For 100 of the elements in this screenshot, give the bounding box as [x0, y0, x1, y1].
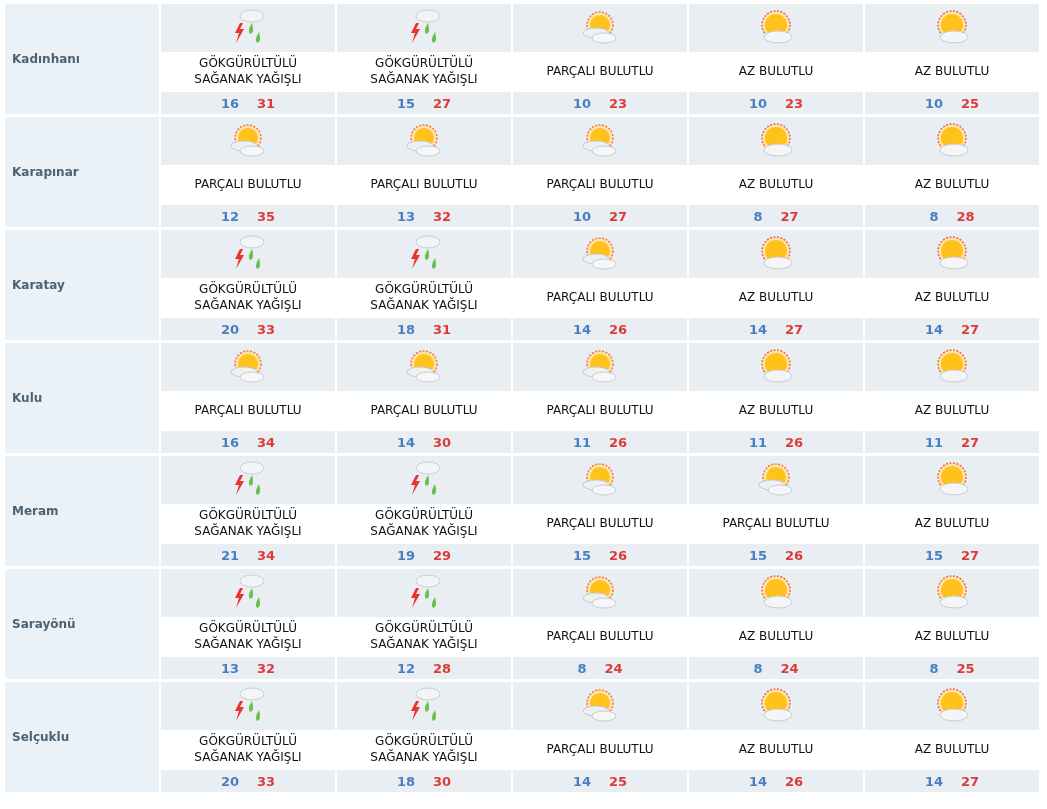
high-temperature: 24 [780, 660, 799, 676]
high-temperature: 26 [609, 547, 628, 563]
condition-text: PARÇALI BULUTLU [546, 403, 654, 419]
low-temperature: 14 [924, 321, 943, 337]
high-temperature: 26 [785, 547, 804, 563]
high-temperature: 31 [257, 95, 276, 111]
high-temperature: 33 [257, 321, 276, 337]
condition-text: AZ BULUTLU [914, 742, 990, 758]
condition-text: PARÇALI BULUTLU [546, 629, 654, 645]
low-temperature: 18 [396, 773, 415, 789]
high-temperature: 33 [257, 773, 276, 789]
condition-text: GÖKGÜRÜLTÜLÜ SAĞANAK YAĞIŞLI [193, 282, 303, 314]
high-temperature: 27 [780, 208, 799, 224]
condition-text: PARÇALI BULUTLU [370, 177, 478, 193]
condition-text: GÖKGÜRÜLTÜLÜ SAĞANAK YAĞIŞLI [369, 56, 479, 88]
high-temperature: 24 [604, 660, 623, 676]
low-temperature: 20 [220, 773, 239, 789]
high-temperature: 31 [433, 321, 452, 337]
low-temperature: 11 [924, 434, 943, 450]
condition-text: PARÇALI BULUTLU [546, 742, 654, 758]
high-temperature: 28 [956, 208, 975, 224]
low-temperature: 10 [572, 208, 591, 224]
low-temperature: 10 [748, 95, 767, 111]
high-temperature: 27 [961, 773, 980, 789]
high-temperature: 32 [257, 660, 276, 676]
condition-text: GÖKGÜRÜLTÜLÜ SAĞANAK YAĞIŞLI [369, 508, 479, 540]
district-name: Kadınhanı [5, 4, 159, 114]
condition-text: AZ BULUTLU [914, 629, 990, 645]
low-temperature: 8 [929, 660, 939, 676]
high-temperature: 30 [433, 434, 452, 450]
low-temperature: 8 [929, 208, 939, 224]
condition-text: GÖKGÜRÜLTÜLÜ SAĞANAK YAĞIŞLI [369, 734, 479, 766]
district-name: Karatay [5, 230, 159, 340]
low-temperature: 12 [220, 208, 239, 224]
low-temperature: 10 [572, 95, 591, 111]
condition-text: GÖKGÜRÜLTÜLÜ SAĞANAK YAĞIŞLI [369, 282, 479, 314]
condition-text: AZ BULUTLU [914, 516, 990, 532]
condition-text: GÖKGÜRÜLTÜLÜ SAĞANAK YAĞIŞLI [193, 508, 303, 540]
condition-text: PARÇALI BULUTLU [546, 64, 654, 80]
low-temperature: 11 [572, 434, 591, 450]
condition-text: PARÇALI BULUTLU [546, 177, 654, 193]
high-temperature: 25 [956, 660, 975, 676]
low-temperature: 19 [396, 547, 415, 563]
low-temperature: 15 [396, 95, 415, 111]
low-temperature: 16 [220, 434, 239, 450]
condition-text: AZ BULUTLU [738, 403, 814, 419]
high-temperature: 26 [609, 321, 628, 337]
low-temperature: 15 [924, 547, 943, 563]
high-temperature: 27 [961, 434, 980, 450]
low-temperature: 11 [748, 434, 767, 450]
low-temperature: 18 [396, 321, 415, 337]
high-temperature: 23 [785, 95, 804, 111]
low-temperature: 8 [753, 208, 763, 224]
high-temperature: 28 [433, 660, 452, 676]
high-temperature: 30 [433, 773, 452, 789]
condition-text: PARÇALI BULUTLU [722, 516, 830, 532]
high-temperature: 27 [433, 95, 452, 111]
low-temperature: 14 [924, 773, 943, 789]
low-temperature: 13 [396, 208, 415, 224]
low-temperature: 15 [572, 547, 591, 563]
condition-text: PARÇALI BULUTLU [194, 177, 302, 193]
high-temperature: 27 [961, 321, 980, 337]
condition-text: AZ BULUTLU [738, 177, 814, 193]
low-temperature: 14 [572, 321, 591, 337]
condition-text: GÖKGÜRÜLTÜLÜ SAĞANAK YAĞIŞLI [193, 621, 303, 653]
low-temperature: 21 [220, 547, 239, 563]
condition-text: AZ BULUTLU [914, 177, 990, 193]
condition-text: GÖKGÜRÜLTÜLÜ SAĞANAK YAĞIŞLI [369, 621, 479, 653]
condition-text: PARÇALI BULUTLU [546, 290, 654, 306]
high-temperature: 27 [785, 321, 804, 337]
high-temperature: 26 [609, 434, 628, 450]
district-name: Kulu [5, 343, 159, 453]
low-temperature: 10 [924, 95, 943, 111]
low-temperature: 14 [572, 773, 591, 789]
low-temperature: 14 [396, 434, 415, 450]
low-temperature: 8 [753, 660, 763, 676]
condition-text: PARÇALI BULUTLU [370, 403, 478, 419]
condition-text: GÖKGÜRÜLTÜLÜ SAĞANAK YAĞIŞLI [193, 56, 303, 88]
high-temperature: 32 [433, 208, 452, 224]
high-temperature: 23 [609, 95, 628, 111]
high-temperature: 29 [433, 547, 452, 563]
condition-text: PARÇALI BULUTLU [546, 516, 654, 532]
condition-text: GÖKGÜRÜLTÜLÜ SAĞANAK YAĞIŞLI [193, 734, 303, 766]
district-name: Karapınar [5, 117, 159, 227]
high-temperature: 27 [609, 208, 628, 224]
district-name: Selçuklu [5, 682, 159, 792]
low-temperature: 12 [396, 660, 415, 676]
district-name: Meram [5, 456, 159, 566]
condition-text: AZ BULUTLU [914, 290, 990, 306]
high-temperature: 34 [257, 547, 276, 563]
condition-text: AZ BULUTLU [738, 290, 814, 306]
high-temperature: 25 [961, 95, 980, 111]
high-temperature: 26 [785, 773, 804, 789]
low-temperature: 15 [748, 547, 767, 563]
low-temperature: 13 [220, 660, 239, 676]
condition-text: AZ BULUTLU [738, 629, 814, 645]
low-temperature: 14 [748, 773, 767, 789]
condition-text: AZ BULUTLU [914, 64, 990, 80]
condition-text: AZ BULUTLU [738, 64, 814, 80]
condition-text: AZ BULUTLU [914, 403, 990, 419]
